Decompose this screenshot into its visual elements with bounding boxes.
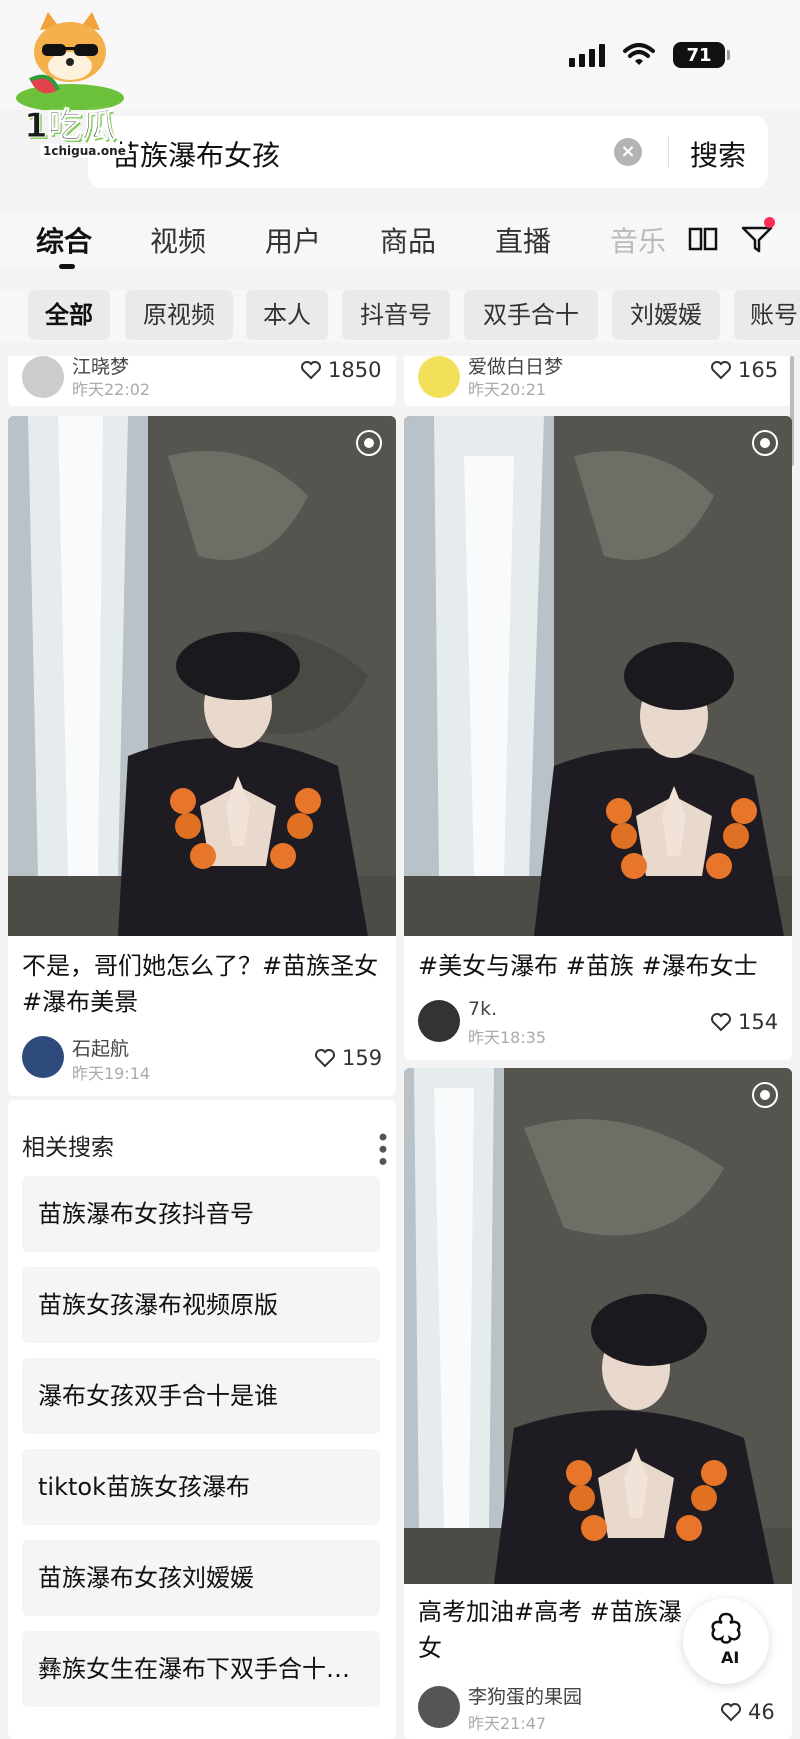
video-thumbnail[interactable] [404, 416, 792, 936]
wifi-icon [623, 43, 655, 67]
author-name[interactable]: 7k. [468, 998, 497, 1020]
avatar[interactable] [418, 356, 460, 398]
chip-douyin-id[interactable]: 抖音号 [342, 290, 450, 340]
related-item[interactable]: tiktok苗族女孩瀑布 [22, 1449, 380, 1525]
author-name[interactable]: 石起航 [72, 1034, 129, 1061]
search-button[interactable]: 搜索 [690, 134, 746, 174]
like-count[interactable]: 165 [710, 358, 778, 382]
chip-self[interactable]: 本人 [246, 290, 328, 340]
ai-button[interactable]: AI [683, 1598, 769, 1684]
logo-text: 1吃瓜 [24, 106, 117, 147]
avatar[interactable] [418, 1686, 460, 1728]
avatar[interactable] [22, 356, 64, 398]
like-count[interactable]: 154 [710, 1010, 778, 1034]
author-name[interactable]: 李狗蛋的果园 [468, 1682, 582, 1709]
related-item[interactable]: 苗族瀑布女孩刘嫒媛 [22, 1540, 380, 1616]
filter-icon[interactable] [740, 224, 774, 254]
like-count[interactable]: 46 [720, 1700, 775, 1724]
avatar[interactable] [22, 1036, 64, 1078]
logo-site: 1chigua.one [40, 144, 129, 158]
video-title[interactable]: 不是，哥们她怎么了？#苗族圣女 #瀑布美景 [22, 948, 382, 1020]
related-item[interactable]: 苗族女孩瀑布视频原版 [22, 1267, 380, 1343]
video-card-4[interactable]: #美女与瀑布 #苗族 #瀑布女士 7k. 昨天18:35 154 [404, 416, 792, 1060]
avatar[interactable] [418, 1000, 460, 1042]
tab-video[interactable]: 视频 [150, 220, 206, 260]
related-item[interactable]: 彝族女生在瀑布下双手合十… [22, 1631, 380, 1707]
book-icon[interactable] [688, 226, 718, 252]
related-item[interactable]: 苗族瀑布女孩抖音号 [22, 1176, 380, 1252]
like-count[interactable]: 1850 [300, 358, 381, 382]
video-thumbnail[interactable] [404, 1068, 792, 1584]
divider [668, 136, 669, 168]
ai-icon [711, 1612, 741, 1644]
post-time: 昨天21:47 [468, 1714, 547, 1733]
video-title[interactable]: 高考加油#高考 #苗族瀑 女 [418, 1594, 708, 1666]
tab-product[interactable]: 商品 [380, 220, 436, 260]
live-photo-icon [752, 430, 778, 456]
heart-icon [711, 1013, 731, 1032]
related-title: 相关搜索 [22, 1135, 114, 1161]
mascot-icon [16, 12, 124, 112]
ai-label: AI [721, 1648, 740, 1667]
post-time: 昨天19:14 [72, 1064, 151, 1083]
tab-all[interactable]: 综合 [36, 220, 92, 260]
related-searches: 相关搜索 ••• 苗族瀑布女孩抖音号 苗族女孩瀑布视频原版 瀑布女孩双手合十是谁… [8, 1100, 396, 1739]
more-icon[interactable]: ••• [368, 1130, 396, 1166]
chip-all[interactable]: 全部 [28, 290, 110, 340]
like-count[interactable]: 159 [314, 1046, 382, 1070]
chip-original-video[interactable]: 原视频 [125, 290, 233, 340]
heart-icon [721, 1703, 741, 1722]
notification-dot [764, 217, 775, 228]
post-time: 昨天18:35 [468, 1028, 547, 1047]
chip-praying-hands[interactable]: 双手合十 [464, 290, 598, 340]
video-card-3[interactable]: 不是，哥们她怎么了？#苗族圣女 #瀑布美景 石起航 昨天19:14 159 [8, 416, 396, 1096]
heart-icon [315, 1049, 335, 1068]
heart-icon [301, 361, 321, 380]
video-card-2[interactable]: 爱做白日梦 昨天20:21 165 [404, 356, 792, 406]
video-card-1[interactable]: 江晓梦 昨天22:02 1850 [8, 356, 396, 406]
live-photo-icon [356, 430, 382, 456]
tab-indicator [59, 264, 75, 269]
related-item[interactable]: 瀑布女孩双手合十是谁 [22, 1358, 380, 1434]
post-time: 昨天22:02 [72, 380, 151, 399]
post-time: 昨天20:21 [468, 380, 547, 399]
live-photo-icon [752, 1082, 778, 1108]
heart-icon [711, 361, 731, 380]
chip-account[interactable]: 账号 [734, 290, 800, 340]
battery-icon: 71 [673, 42, 730, 68]
chip-liu-aiyuan[interactable]: 刘嫒媛 [612, 290, 720, 340]
video-thumbnail[interactable] [8, 416, 396, 936]
watermark-logo: 1吃瓜 1chigua.one [10, 10, 145, 160]
signal-icon [569, 43, 605, 67]
tab-live[interactable]: 直播 [495, 220, 551, 260]
clear-icon[interactable]: × [614, 138, 642, 166]
search-bar[interactable]: 苗族瀑布女孩 × 搜索 [88, 116, 768, 188]
filter-chips: 全部 原视频 本人 抖音号 双手合十 刘嫒媛 账号 [0, 290, 800, 342]
tab-user[interactable]: 用户 [265, 220, 321, 260]
video-title[interactable]: #美女与瀑布 #苗族 #瀑布女士 [418, 948, 778, 984]
tab-bar: 综合 视频 用户 商品 直播 音乐 [0, 212, 800, 269]
tab-music[interactable]: 音乐 [610, 220, 666, 260]
